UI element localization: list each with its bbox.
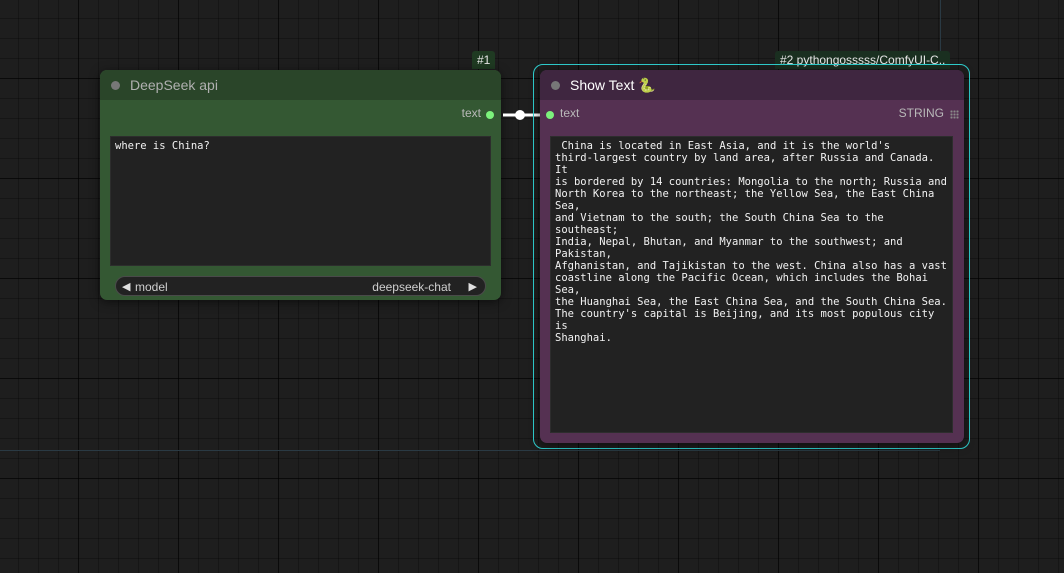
model-widget-value: deepseek-chat	[372, 280, 451, 294]
node-1-title-bar[interactable]: DeepSeek api	[100, 70, 501, 100]
input-slot-text[interactable]	[546, 111, 554, 119]
node-1-output-slot-row: text	[100, 106, 501, 124]
output-grid-icon[interactable]	[950, 110, 959, 119]
canvas-guide-line-vertical	[940, 0, 941, 58]
node-2-title: Show Text 🐍	[570, 76, 656, 93]
combo-right-arrow-icon[interactable]: ▶	[469, 280, 477, 293]
node-2-slot-row: text STRING	[540, 106, 964, 124]
node-1-title: DeepSeek api	[130, 77, 218, 93]
input-label-text: text	[560, 106, 580, 120]
combo-left-arrow-icon[interactable]: ◀	[122, 280, 130, 293]
canvas-guide-line-horizontal	[0, 450, 940, 451]
output-label-text: text	[461, 106, 481, 120]
model-widget-label: model	[135, 280, 168, 294]
model-combo-widget[interactable]: ◀ model deepseek-chat ▶	[115, 276, 486, 296]
prompt-textarea[interactable]: where is China?	[110, 136, 491, 266]
collapse-toggle-dot[interactable]	[111, 80, 120, 90]
collapse-toggle-dot[interactable]	[551, 80, 560, 90]
node-1-id-badge: #1	[472, 51, 496, 69]
link-midpoint-handle[interactable]	[515, 110, 525, 120]
node-2-title-bar[interactable]: Show Text 🐍	[540, 70, 964, 100]
output-type-label: STRING	[898, 106, 944, 120]
deepseek-api-node[interactable]: DeepSeek api text where is China? ◀ mode…	[100, 70, 501, 300]
text-output-display[interactable]: China is located in East Asia, and it is…	[550, 136, 953, 433]
show-text-node[interactable]: Show Text 🐍 text STRING China is located…	[540, 70, 964, 443]
output-slot-text[interactable]	[486, 111, 494, 119]
